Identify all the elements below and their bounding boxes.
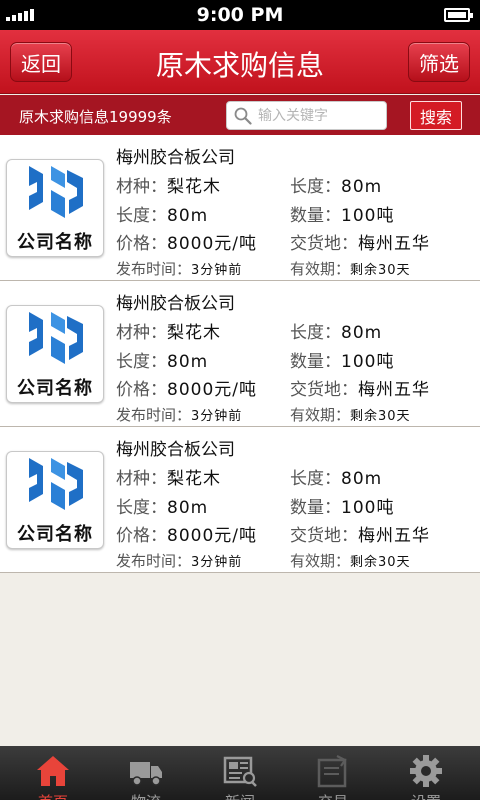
status-time: 9:00 PM <box>196 4 284 26</box>
listing-list: 公司名称 梅州胶合板公司 材种：梨花木 长度：80m 长度：80m 数量：100… <box>0 135 480 573</box>
company-name: 梅州胶合板公司 <box>116 148 235 168</box>
search-icon <box>234 107 252 125</box>
listing-row: 发布时间：3分钟前 有效期：剩余30天 <box>116 552 411 570</box>
company-logo: 公司名称 <box>6 451 104 549</box>
filter-button[interactable]: 筛选 <box>408 42 470 82</box>
listing-row: 材种：梨花木 长度：80m <box>116 469 383 489</box>
listing-row: 长度：80m 数量：100吨 <box>116 206 395 226</box>
gear-icon <box>410 755 442 787</box>
company-name: 梅州胶合板公司 <box>116 294 235 314</box>
listing-row: 价格：8000元/吨 交货地：梅州五华 <box>116 526 430 546</box>
result-count: 原木求购信息19999条 <box>19 108 172 126</box>
listing-row: 长度：80m 数量：100吨 <box>116 352 395 372</box>
trade-icon <box>317 755 347 788</box>
company-logo: 公司名称 <box>6 159 104 257</box>
list-item[interactable]: 公司名称 梅州胶合板公司 材种：梨花木 长度：80m 长度：80m 数量：100… <box>0 427 480 573</box>
search-box[interactable] <box>226 101 387 130</box>
home-icon <box>37 756 69 786</box>
listing-row: 价格：8000元/吨 交货地：梅州五华 <box>116 380 430 400</box>
tab-logistics[interactable]: 物流 <box>98 746 194 800</box>
battery-icon <box>444 8 473 22</box>
tab-home[interactable]: 首页 <box>5 746 101 800</box>
listing-row: 材种：梨花木 长度：80m <box>116 177 383 197</box>
company-name: 梅州胶合板公司 <box>116 440 235 460</box>
search-bar: 原木求购信息19999条 搜索 <box>0 95 480 135</box>
nav-bar: 返回 原木求购信息 筛选 <box>0 30 480 94</box>
tab-trade[interactable]: 交易 <box>285 746 381 800</box>
newspaper-icon <box>223 756 257 787</box>
tab-settings[interactable]: 设置 <box>378 746 474 800</box>
listing-row: 价格：8000元/吨 交货地：梅州五华 <box>116 234 430 254</box>
search-button[interactable]: 搜索 <box>410 101 462 130</box>
list-item[interactable]: 公司名称 梅州胶合板公司 材种：梨花木 长度：80m 长度：80m 数量：100… <box>0 135 480 281</box>
list-item[interactable]: 公司名称 梅州胶合板公司 材种：梨花木 长度：80m 长度：80m 数量：100… <box>0 281 480 427</box>
status-bar: 9:00 PM <box>0 0 480 30</box>
search-input[interactable] <box>258 105 382 127</box>
page-title: 原木求购信息 <box>155 49 324 82</box>
back-button[interactable]: 返回 <box>10 42 72 82</box>
company-logo: 公司名称 <box>6 305 104 403</box>
tab-bar: 首页 物流 新闻 交易 <box>0 746 480 800</box>
truck-icon <box>130 762 162 786</box>
tab-news[interactable]: 新闻 <box>192 746 288 800</box>
listing-row: 长度：80m 数量：100吨 <box>116 498 395 518</box>
listing-row: 材种：梨花木 长度：80m <box>116 323 383 343</box>
